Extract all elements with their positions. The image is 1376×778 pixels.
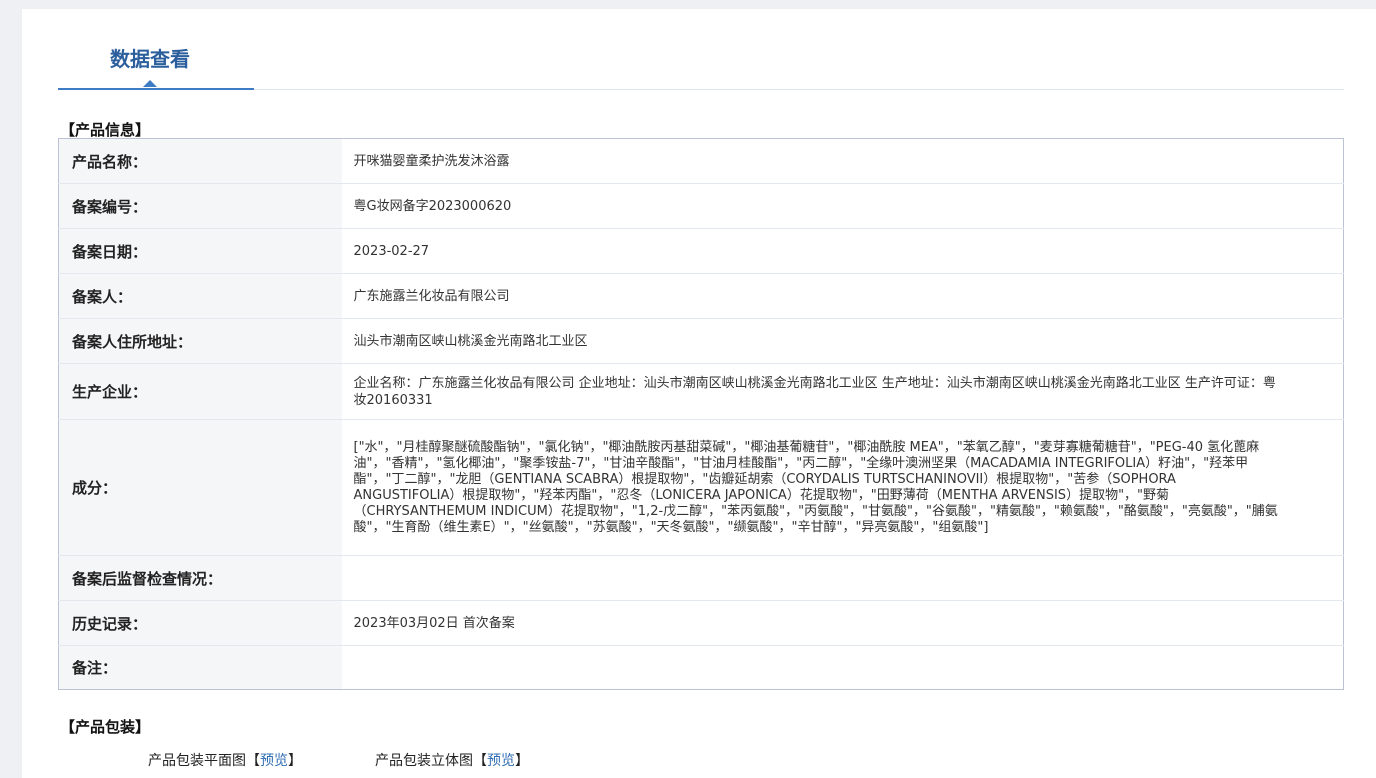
row-value: 粤G妆网备字2023000620: [341, 183, 1344, 229]
table-row-remarks: 备注：: [58, 645, 1344, 690]
row-label: 备案日期：: [58, 228, 342, 274]
table-row-filing-date: 备案日期： 2023-02-27: [58, 228, 1344, 274]
section-title-product-packaging: 【产品包装】: [60, 718, 151, 736]
packaging-3d-item: 产品包装立体图【预览】: [375, 750, 529, 770]
packaging-flat-label: 产品包装平面图: [148, 753, 246, 769]
row-value: [341, 555, 1344, 601]
bracket-open: 【: [246, 753, 260, 769]
row-value: 广东施露兰化妆品有限公司: [341, 273, 1344, 319]
row-label: 备案人：: [58, 273, 342, 319]
table-row-product-name: 产品名称： 开咪猫婴童柔护洗发沐浴露: [58, 138, 1344, 184]
tab-data-view-label: 数据查看: [110, 47, 190, 71]
row-label: 历史记录：: [58, 600, 342, 646]
row-value: 2023年03月02日 首次备案: [341, 600, 1344, 646]
packaging-flat-item: 产品包装平面图【预览】: [148, 750, 302, 770]
bracket-open: 【: [473, 753, 487, 769]
packaging-3d-label: 产品包装立体图: [375, 753, 473, 769]
bracket-close: 】: [288, 753, 302, 769]
row-value: ["水"，"月桂醇聚醚硫酸酯钠"，"氯化钠"，"椰油酰胺丙基甜菜碱"，"椰油基葡…: [341, 419, 1344, 556]
table-row-supervision: 备案后监督检查情况：: [58, 555, 1344, 601]
row-value: 企业名称：广东施露兰化妆品有限公司 企业地址：汕头市潮南区峡山桃溪金光南路北工业…: [341, 363, 1344, 420]
tab-data-view[interactable]: 数据查看: [58, 9, 254, 90]
table-row-history: 历史记录： 2023年03月02日 首次备案: [58, 600, 1344, 646]
row-label: 生产企业：: [58, 363, 342, 420]
row-label: 成分：: [58, 419, 342, 556]
tab-active-caret-icon: [143, 80, 157, 87]
row-label: 备注：: [58, 645, 342, 690]
table-row-manufacturer: 生产企业： 企业名称：广东施露兰化妆品有限公司 企业地址：汕头市潮南区峡山桃溪金…: [58, 363, 1344, 420]
row-label: 备案编号：: [58, 183, 342, 229]
content-panel: 数据查看 【产品信息】 产品名称： 开咪猫婴童柔护洗发沐浴露 备案编号： 粤G妆…: [22, 9, 1376, 778]
table-row-ingredients: 成分： ["水"，"月桂醇聚醚硫酸酯钠"，"氯化钠"，"椰油酰胺丙基甜菜碱"，"…: [58, 419, 1344, 556]
row-value: [341, 645, 1344, 690]
bracket-close: 】: [515, 753, 529, 769]
table-row-filer: 备案人： 广东施露兰化妆品有限公司: [58, 273, 1344, 319]
table-row-filing-number: 备案编号： 粤G妆网备字2023000620: [58, 183, 1344, 229]
section-title-product-info: 【产品信息】: [60, 121, 151, 139]
row-label: 备案人住所地址：: [58, 318, 342, 364]
row-label: 备案后监督检查情况：: [58, 555, 342, 601]
row-label: 产品名称：: [58, 138, 342, 184]
packaging-flat-preview-link[interactable]: 预览: [260, 753, 288, 769]
row-value: 汕头市潮南区峡山桃溪金光南路北工业区: [341, 318, 1344, 364]
table-row-filer-address: 备案人住所地址： 汕头市潮南区峡山桃溪金光南路北工业区: [58, 318, 1344, 364]
row-value: 开咪猫婴童柔护洗发沐浴露: [341, 138, 1344, 184]
product-info-table: 产品名称： 开咪猫婴童柔护洗发沐浴露 备案编号： 粤G妆网备字202300062…: [58, 138, 1344, 690]
row-value: 2023-02-27: [341, 228, 1344, 274]
packaging-3d-preview-link[interactable]: 预览: [487, 753, 515, 769]
tab-bar: 数据查看: [58, 9, 1344, 90]
